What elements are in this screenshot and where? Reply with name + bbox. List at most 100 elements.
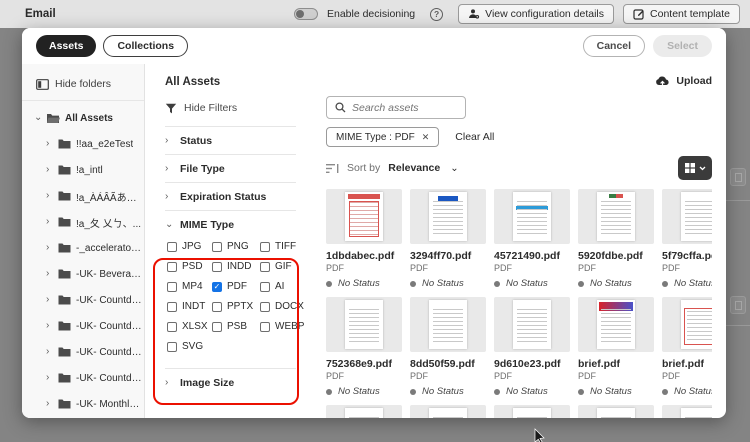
checkbox[interactable] <box>167 301 177 312</box>
asset-thumbnail[interactable] <box>578 405 654 418</box>
asset-card[interactable]: 45721490.pdf PDF No Status <box>494 189 570 289</box>
folder-label[interactable]: !!aa_e2eTest <box>76 139 133 150</box>
search-box[interactable] <box>326 96 466 119</box>
chevron-right-icon[interactable]: › <box>46 139 53 149</box>
clear-all-link[interactable]: Clear All <box>455 131 494 143</box>
mime-type-header[interactable]: ⌄ MIME Type <box>165 211 296 239</box>
folder-label[interactable]: !a_夂 乂ㄅ、... <box>76 215 141 230</box>
asset-thumbnail[interactable] <box>662 297 712 352</box>
asset-thumbnail[interactable] <box>494 297 570 352</box>
mime-checkbox-svg[interactable]: SVG <box>167 341 212 352</box>
search-input[interactable] <box>352 101 452 114</box>
asset-card[interactable]: 8dd50f59.pdf PDF No Status <box>410 297 486 397</box>
asset-card[interactable]: 752368e9.pdf PDF No Status <box>326 297 402 397</box>
chevron-right-icon[interactable]: › <box>46 191 53 201</box>
checkbox-checked[interactable]: ✓ <box>212 281 222 292</box>
folder-label[interactable]: -UK- Countdow... <box>76 373 144 384</box>
checkbox[interactable] <box>167 321 177 332</box>
view-configuration-details-button[interactable]: View configuration details <box>458 4 615 24</box>
mime-checkbox-jpg[interactable]: JPG <box>167 241 212 252</box>
chevron-right-icon[interactable]: › <box>46 269 53 279</box>
mime-checkbox-psd[interactable]: PSD <box>167 261 212 272</box>
mime-checkbox-tiff[interactable]: TIFF <box>260 241 304 252</box>
chevron-right-icon[interactable]: › <box>46 373 53 383</box>
mime-checkbox-webp[interactable]: WEBP <box>260 321 304 332</box>
asset-thumbnail[interactable] <box>326 297 402 352</box>
checkbox[interactable] <box>212 261 222 272</box>
enable-decisioning-toggle[interactable] <box>293 8 318 20</box>
help-icon[interactable]: ? <box>430 7 444 21</box>
folder-item[interactable]: › !a_夂 乂ㄅ、... <box>22 209 144 235</box>
content-template-button[interactable]: Content template <box>623 4 740 24</box>
folder-label[interactable]: -_accelerator_g... <box>76 243 144 254</box>
asset-card[interactable]: 1dbdabec.pdf PDF No Status <box>326 189 402 289</box>
chevron-right-icon[interactable]: › <box>46 243 53 253</box>
folder-label[interactable]: -UK- Beverage s... <box>76 269 144 280</box>
mime-checkbox-png[interactable]: PNG <box>212 241 260 252</box>
mime-checkbox-ai[interactable]: AI <box>260 281 304 292</box>
mime-checkbox-gif[interactable]: GIF <box>260 261 304 272</box>
chevron-right-icon[interactable]: › <box>46 321 53 331</box>
checkbox[interactable] <box>167 241 177 252</box>
filter-section-image-size[interactable]: › Image Size <box>165 368 296 396</box>
select-button[interactable]: Select <box>653 35 712 57</box>
mime-checkbox-docx[interactable]: DOCX <box>260 301 304 312</box>
checkbox[interactable] <box>260 301 270 312</box>
folder-label[interactable]: -UK- Countdow... <box>76 321 144 332</box>
asset-card[interactable]: 3294ff70.pdf PDF No Status <box>410 189 486 289</box>
checkbox[interactable] <box>167 341 177 352</box>
mime-checkbox-indt[interactable]: INDT <box>167 301 212 312</box>
mime-checkbox-indd[interactable]: INDD <box>212 261 260 272</box>
asset-thumbnail[interactable] <box>410 297 486 352</box>
asset-card[interactable]: brief.pdf PDF No Status <box>578 297 654 397</box>
filter-section-status[interactable]: › Status <box>165 126 296 154</box>
folder-item[interactable]: › -UK- Beverage s... <box>22 261 144 287</box>
folder-item[interactable]: › -UK- Countdow... <box>22 313 144 339</box>
mime-checkbox-psb[interactable]: PSB <box>212 321 260 332</box>
folder-label[interactable]: -UK- Countdow... <box>76 347 144 358</box>
grid-view-button[interactable] <box>678 156 712 180</box>
asset-card[interactable]: 9d610e23.pdf PDF No Status <box>494 297 570 397</box>
chevron-right-icon[interactable]: › <box>46 399 53 409</box>
asset-card[interactable] <box>578 405 654 418</box>
folder-item[interactable]: › -UK- Countdow... <box>22 365 144 391</box>
checkbox[interactable] <box>212 321 222 332</box>
asset-thumbnail[interactable] <box>662 189 712 244</box>
checkbox[interactable] <box>212 241 222 252</box>
asset-thumbnail[interactable] <box>578 297 654 352</box>
chevron-right-icon[interactable]: › <box>46 347 53 357</box>
checkbox[interactable] <box>260 281 270 292</box>
asset-thumbnail[interactable] <box>578 189 654 244</box>
hide-filters-button[interactable]: Hide Filters <box>165 102 296 126</box>
checkbox[interactable] <box>260 321 270 332</box>
asset-card[interactable] <box>410 405 486 418</box>
chevron-down-icon[interactable]: ⌄ <box>34 113 42 123</box>
asset-thumbnail[interactable] <box>410 405 486 418</box>
folder-item[interactable]: › -_accelerator_g... <box>22 235 144 261</box>
chevron-right-icon[interactable]: › <box>46 165 53 175</box>
folder-item[interactable]: › !a_intl <box>22 157 144 183</box>
asset-card[interactable]: 5f79cffa.pdf PDF No Status <box>662 189 712 289</box>
upload-button[interactable]: Upload <box>655 72 712 90</box>
folder-item[interactable]: › -UK- Countdow... <box>22 339 144 365</box>
checkbox[interactable] <box>260 241 270 252</box>
cancel-button[interactable]: Cancel <box>582 35 646 57</box>
chevron-right-icon[interactable]: › <box>46 295 53 305</box>
mime-checkbox-xlsx[interactable]: XLSX <box>167 321 212 332</box>
folder-item[interactable]: › -UK- Monthly Y... <box>22 391 144 417</box>
sort-icon[interactable] <box>326 163 339 174</box>
asset-thumbnail[interactable] <box>410 189 486 244</box>
asset-thumbnail[interactable] <box>494 405 570 418</box>
asset-card[interactable]: brief.pdf PDF No Status <box>662 297 712 397</box>
tab-collections[interactable]: Collections <box>103 35 189 57</box>
asset-thumbnail[interactable] <box>326 189 402 244</box>
asset-thumbnail[interactable] <box>326 405 402 418</box>
checkbox[interactable] <box>260 261 270 272</box>
folder-label[interactable]: -UK- Countdow... <box>76 295 144 306</box>
mime-checkbox-mp4[interactable]: MP4 <box>167 281 212 292</box>
asset-card[interactable] <box>662 405 712 418</box>
asset-card[interactable]: 5920fdbe.pdf PDF No Status <box>578 189 654 289</box>
hide-folders-button[interactable]: Hide folders <box>22 74 144 100</box>
sort-value[interactable]: Relevance <box>388 162 440 174</box>
folder-label[interactable]: -UK- Monthly Y... <box>76 399 144 410</box>
